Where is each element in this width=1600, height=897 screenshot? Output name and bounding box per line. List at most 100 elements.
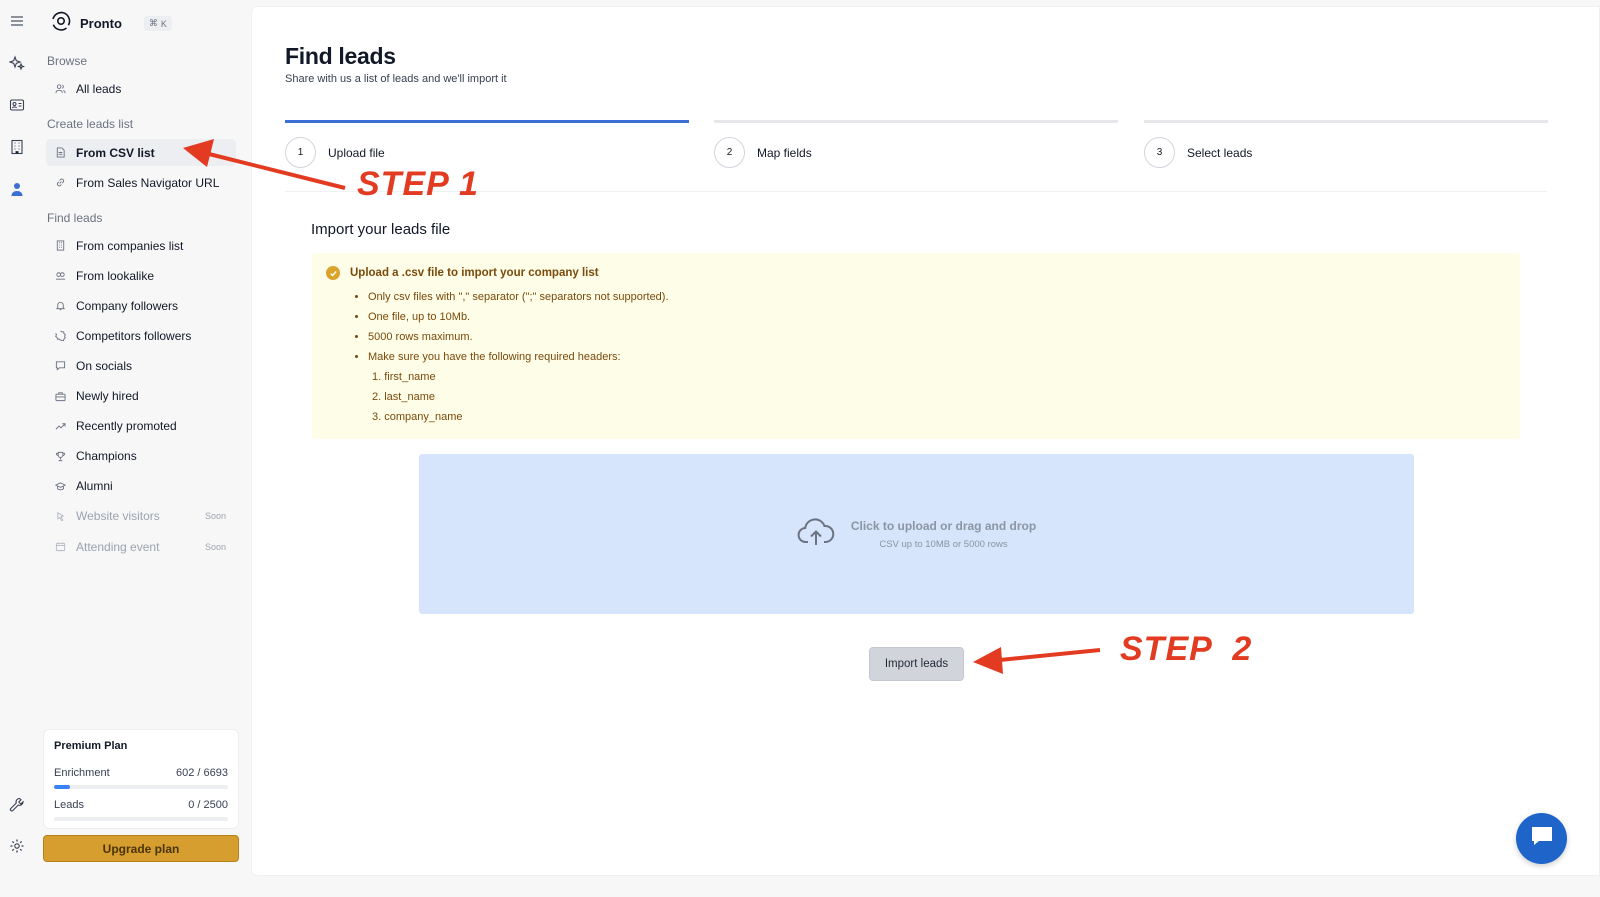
icon-rail [0,0,34,897]
step-map-fields[interactable]: 2 Map fields [714,120,1118,168]
step-number: 2 [714,137,745,168]
sidebar-item-champions[interactable]: Champions [46,443,236,470]
sidebar-item-label: From CSV list [76,145,155,160]
sidebar-item-label: From companies list [76,238,184,253]
cloud-upload-icon [797,516,835,553]
plan-title: Premium Plan [54,740,128,752]
sidebar: Pronto ⌘ K Browse All leads Create leads… [34,0,250,897]
sidebar-item-label: From Sales Navigator URL [76,175,220,190]
enrichment-progress-fill [54,785,70,789]
soon-badge: Soon [204,541,226,552]
page-title: Find leads [285,43,396,69]
step-progress-line [714,120,1118,123]
sparkles-icon[interactable] [6,52,28,74]
sidebar-item-attending-event: Attending event Soon [46,533,236,560]
sidebar-item-from-sales-navigator-url[interactable]: From Sales Navigator URL [46,169,236,196]
step-number: 1 [285,137,316,168]
sidebar-item-label: Alumni [76,479,113,494]
browse-section-title: Browse [47,54,88,68]
wrench-icon[interactable] [6,794,28,816]
calendar-icon [54,541,66,553]
app-name: Pronto [80,16,122,31]
enrichment-progress [54,785,228,789]
sidebar-item-label: Newly hired [76,389,139,403]
step2-annotation: STEP 2 [1120,630,1253,668]
check-circle-icon [326,266,340,280]
step-label: Select leads [1187,145,1253,160]
leads-progress [54,817,228,821]
step-label: Upload file [328,145,385,160]
users-icon [54,83,66,95]
soon-badge: Soon [204,511,226,522]
import-section-title: Import your leads file [311,221,451,238]
step-select-leads[interactable]: 3 Select leads [1144,120,1548,168]
link-icon [54,177,66,189]
chat-bubble-icon [1529,824,1555,853]
step-upload-file[interactable]: 1 Upload file [285,120,689,168]
trophy-icon [54,450,66,462]
requirement-item: 5000 rows maximum. [368,327,1506,347]
graduation-cap-icon [54,480,66,492]
dropzone-instruction: Click to upload or drag and drop [850,518,1037,533]
person-icon[interactable] [6,178,28,200]
enrichment-label: Enrichment [54,767,110,779]
sidebar-item-label: Champions [76,449,137,464]
sidebar-item-label: Competitors followers [76,328,192,343]
header-item: 3. company_name [372,411,463,423]
enrichment-value: 602 / 6693 [176,767,228,779]
sidebar-item-label: Attending event [76,539,160,554]
requirement-text: Make sure you have the following require… [368,351,621,363]
step-progress-line [1144,120,1548,123]
menu-icon[interactable] [6,10,28,32]
required-headers-list: 1. first_name 2. last_name 3. company_na… [372,367,1506,427]
enrichment-row: Enrichment 602 / 6693 [54,767,228,779]
sidebar-item-company-followers[interactable]: Company followers [46,292,236,319]
leads-label: Leads [54,799,84,811]
upload-requirements-notice: Upload a .csv file to import your compan… [312,253,1520,439]
sidebar-item-from-lookalike[interactable]: From lookalike [46,262,236,289]
requirement-item: Only csv files with "," separator (";" s… [368,287,1506,307]
chat-icon [54,360,66,372]
sidebar-item-label: Recently promoted [76,419,177,434]
brand[interactable]: Pronto ⌘ K [50,10,172,37]
pronto-logo-icon [50,10,72,37]
sidebar-item-alumni[interactable]: Alumni [46,473,236,500]
step1-annotation: STEP 1 [357,165,479,203]
leads-row: Leads 0 / 2500 [54,799,228,811]
sidebar-item-recently-promoted[interactable]: Recently promoted [46,413,236,440]
file-icon [54,147,66,159]
command-icon: ⌘ [148,18,158,28]
import-leads-button[interactable]: Import leads [869,647,964,681]
search-shortcut[interactable]: ⌘ K [143,16,172,31]
sidebar-item-from-csv-list[interactable]: From CSV list [46,139,236,166]
building-icon [54,240,66,252]
sidebar-item-newly-hired[interactable]: Newly hired [46,383,236,410]
settings-gear-icon[interactable] [6,835,28,857]
sidebar-item-competitors-followers[interactable]: Competitors followers [46,322,236,349]
sidebar-item-on-socials[interactable]: On socials [46,352,236,379]
file-dropzone[interactable]: Click to upload or drag and drop CSV up … [419,454,1414,614]
building-icon[interactable] [6,136,28,158]
shortcut-key: K [160,18,167,29]
header-item: 1. first_name [372,371,436,383]
upgrade-plan-button[interactable]: Upgrade plan [43,835,239,862]
requirements-list: Only csv files with "," separator (";" s… [368,287,1506,427]
main-panel: Find leads Share with us a list of leads… [251,6,1600,876]
sidebar-item-from-companies-list[interactable]: From companies list [46,232,236,259]
sidebar-item-label: On socials [76,358,133,373]
contact-card-icon[interactable] [6,94,28,116]
sidebar-item-all-leads[interactable]: All leads [46,75,236,102]
find-section-title: Find leads [47,211,103,225]
sidebar-item-label: Company followers [76,298,179,313]
pointer-icon [54,510,66,522]
notice-title: Upload a .csv file to import your compan… [350,267,599,279]
leads-value: 0 / 2500 [188,799,228,811]
requirement-item: Make sure you have the following require… [368,347,1506,427]
chat-support-button[interactable] [1516,813,1567,864]
lookalike-icon [54,270,66,282]
sidebar-item-label: From lookalike [76,268,155,283]
step-progress-line [285,120,689,123]
briefcase-icon [54,390,66,402]
step-number: 3 [1144,137,1175,168]
badge-icon [54,330,66,342]
